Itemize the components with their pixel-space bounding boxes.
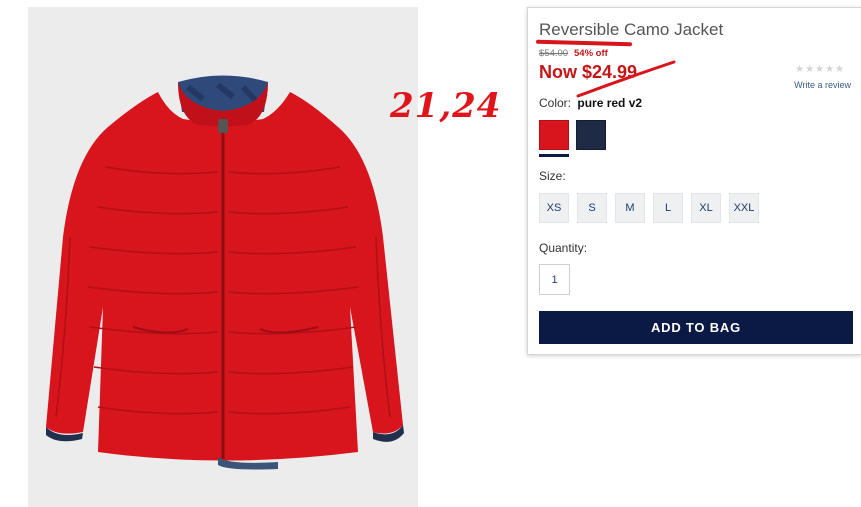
- size-option-xl[interactable]: XL: [691, 193, 721, 223]
- color-swatch-navy[interactable]: [576, 120, 606, 150]
- selected-color-value: pure red v2: [577, 96, 643, 110]
- color-selector-label: Color: pure red v2: [539, 96, 642, 110]
- write-review-link[interactable]: Write a review: [794, 80, 851, 90]
- product-title: Reversible Camo Jacket: [539, 20, 724, 39]
- title-annotation-underline: [535, 39, 633, 47]
- size-option-m[interactable]: M: [615, 193, 645, 223]
- product-info-card: Reversible Camo Jacket $54.00 54% off No…: [527, 7, 861, 355]
- quantity-label: Quantity:: [539, 241, 588, 255]
- product-image: [28, 7, 418, 507]
- discount-badge: 54% off: [574, 48, 608, 59]
- rating-stars-icon: ★★★★★: [795, 64, 845, 75]
- sale-price: Now $24.99: [539, 62, 638, 82]
- jacket-illustration: [46, 75, 404, 470]
- selected-swatch-indicator: [539, 154, 569, 157]
- size-option-l[interactable]: L: [653, 193, 683, 223]
- quantity-input[interactable]: 1: [539, 264, 570, 295]
- size-option-xxl[interactable]: XXL: [729, 193, 759, 223]
- original-price: $54.00: [539, 48, 569, 59]
- size-option-s[interactable]: S: [577, 193, 607, 223]
- size-label: Size:: [539, 169, 566, 183]
- color-label: Color:: [539, 96, 572, 110]
- size-option-xs[interactable]: XS: [539, 193, 569, 223]
- add-to-bag-button[interactable]: ADD TO BAG: [539, 311, 853, 344]
- color-swatch-red[interactable]: [539, 120, 569, 150]
- handwritten-annotation: 21,24: [390, 86, 502, 126]
